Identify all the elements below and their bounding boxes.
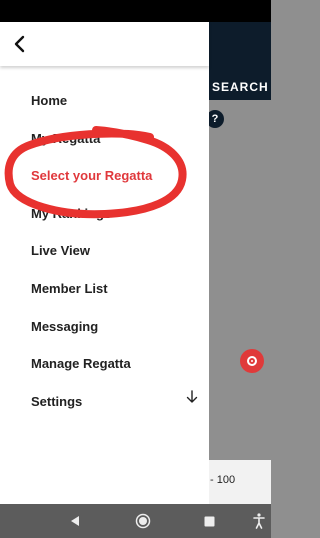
menu-item-select-your-regatta[interactable]: Select your Regatta xyxy=(31,168,152,183)
locate-icon[interactable] xyxy=(240,349,264,373)
recents-square-icon xyxy=(204,516,214,526)
menu-item-member-list[interactable]: Member List xyxy=(31,281,108,296)
chevron-left-icon xyxy=(14,35,25,53)
status-bar xyxy=(0,0,271,22)
background-search-button[interactable]: SEARCH xyxy=(212,80,269,94)
nav-recents-button[interactable] xyxy=(196,504,222,538)
menu-item-my-regatta[interactable]: My Regatta xyxy=(31,131,100,146)
nav-accessibility-button[interactable] xyxy=(248,504,270,538)
accessibility-icon xyxy=(253,513,265,529)
arrow-down-icon[interactable] xyxy=(186,390,198,404)
menu-item-live-view[interactable]: Live View xyxy=(31,243,90,258)
nav-back-button[interactable] xyxy=(62,504,88,538)
menu-item-messaging[interactable]: Messaging xyxy=(31,319,98,334)
map-scale-label: - 100 xyxy=(210,474,236,486)
drawer-header xyxy=(0,22,209,66)
navigation-drawer: Home My Regatta Select your Regatta My R… xyxy=(0,22,209,504)
system-navigation-bar xyxy=(0,504,271,538)
menu-item-home[interactable]: Home xyxy=(31,93,67,108)
menu-item-settings[interactable]: Settings xyxy=(31,394,82,409)
back-triangle-icon xyxy=(71,516,79,526)
home-circle-icon xyxy=(135,513,151,529)
menu-item-my-rankings[interactable]: My Rankings xyxy=(31,206,111,221)
menu-item-manage-regatta[interactable]: Manage Regatta xyxy=(31,356,131,371)
nav-home-button[interactable] xyxy=(130,504,156,538)
back-button[interactable] xyxy=(0,22,40,66)
